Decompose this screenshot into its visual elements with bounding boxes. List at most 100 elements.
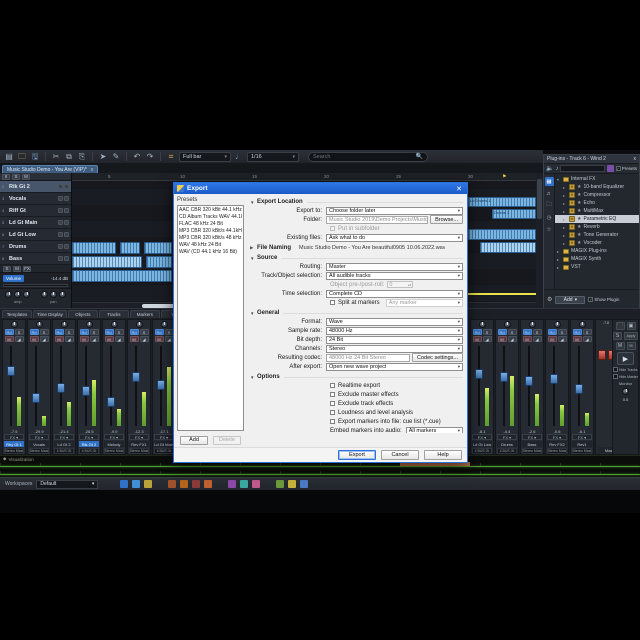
option-checkbox[interactable] xyxy=(330,410,335,415)
fader-cap[interactable] xyxy=(157,380,165,391)
master-mute-button[interactable]: M xyxy=(615,342,625,350)
solo-button[interactable]: S xyxy=(507,329,517,335)
pan-knob[interactable] xyxy=(40,291,48,298)
expander-icon[interactable]: ▸ xyxy=(557,257,561,262)
audio-clip[interactable] xyxy=(144,242,172,254)
section-source[interactable]: ▼ Source xyxy=(250,254,463,262)
statusbar-tool-icon[interactable] xyxy=(180,480,189,488)
mixer-strip[interactable]: Rd S M ◢ -12.3 FX ▾ Rev FX1 Stereo Mast xyxy=(127,319,151,455)
track-size-button[interactable]: II xyxy=(2,173,10,180)
preset-item[interactable]: AAC CBR 320 kBit 44.1 kHz xyxy=(179,207,242,214)
expander-icon[interactable]: ▸ xyxy=(557,249,561,254)
mixer-strip[interactable]: Rd S M ◢ -8.1 FX ▾ Ld Gt Low 4 BUS Gt xyxy=(470,319,494,455)
format-select[interactable]: Wave ▾ xyxy=(326,317,463,326)
pan-knob[interactable] xyxy=(135,321,143,328)
audio-clip-selected[interactable] xyxy=(72,256,142,268)
edit-tool-icon[interactable]: ✎ xyxy=(111,152,121,161)
collapse-icon[interactable]: ▼ xyxy=(250,200,257,205)
fader-cap[interactable] xyxy=(525,376,533,386)
solo-button[interactable]: S xyxy=(139,329,149,335)
mute-button[interactable]: M xyxy=(547,336,557,342)
audio-clip[interactable]: Ld Drums 1 xyxy=(468,197,536,207)
monitor-button[interactable]: ◢ xyxy=(64,336,74,342)
monitor-button[interactable]: ◢ xyxy=(482,336,492,342)
preset-item[interactable]: WAV 48 kHz 24 Bit xyxy=(179,242,242,249)
expander-icon[interactable]: ▸ xyxy=(563,233,567,238)
open-project-icon[interactable]: 🗀 xyxy=(17,152,27,161)
solo-button[interactable]: S xyxy=(114,329,124,335)
expander-icon[interactable]: ▸ xyxy=(563,225,567,230)
favorite-star-icon[interactable]: ★ xyxy=(577,192,581,198)
pan-knob[interactable] xyxy=(578,321,586,328)
statusbar-tool-icon[interactable] xyxy=(120,480,129,488)
fader-cap[interactable] xyxy=(57,382,65,393)
plugin-folder[interactable]: ▸ VST xyxy=(555,263,639,271)
mouse-mode-icon[interactable]: ➤ xyxy=(98,152,108,161)
monitor-button[interactable]: ◢ xyxy=(557,336,567,342)
bit-depth-select[interactable]: 24 Bit ▾ xyxy=(326,335,463,344)
strip-output[interactable]: Stereo Mast xyxy=(522,448,542,454)
section-export-location[interactable]: ▼ Export Location xyxy=(250,198,463,206)
snapshot-icon[interactable]: ▣ xyxy=(626,322,636,330)
track-mini-button[interactable] xyxy=(64,184,69,189)
monitor-knob[interactable] xyxy=(622,388,629,395)
mute-button[interactable]: M xyxy=(13,265,21,272)
monitor-button[interactable]: ◢ xyxy=(582,336,592,342)
option-checkbox[interactable] xyxy=(330,401,335,406)
track-mini-button[interactable] xyxy=(58,232,63,237)
monitor-button[interactable]: ◢ xyxy=(507,336,517,342)
plugin-folder[interactable]: ▸ MAGIX Synth xyxy=(555,255,639,263)
link-icon[interactable]: ∞ xyxy=(626,342,636,350)
mixer-tab[interactable]: Tracks xyxy=(98,310,129,318)
plugin-folder[interactable]: ▾ Internal FX xyxy=(555,175,639,183)
statusbar-tool-icon[interactable] xyxy=(204,480,213,488)
statusbar-tool-icon[interactable] xyxy=(240,480,249,488)
mixer-tab[interactable]: Objects xyxy=(67,310,98,318)
fx-button[interactable]: FX xyxy=(23,265,31,272)
split-at-markers-checkbox[interactable] xyxy=(330,300,335,305)
mute-button[interactable]: M xyxy=(4,336,14,342)
track-mini-button[interactable] xyxy=(64,220,69,225)
plugin-item[interactable]: ▸ fx ★ Vocoder xyxy=(555,239,639,247)
mute-button[interactable]: M xyxy=(104,336,114,342)
timeline-ruler[interactable]: ⚑ 5 10 15 20 25 30 xyxy=(72,173,536,181)
plugin-search[interactable] xyxy=(560,165,605,172)
audio-clip[interactable] xyxy=(146,256,172,268)
mute-button[interactable]: M xyxy=(522,336,532,342)
track-mini-button[interactable] xyxy=(64,256,69,261)
mixer-tab[interactable]: Markers xyxy=(129,310,160,318)
presets-checkbox-row[interactable]: ✓ Presets xyxy=(615,166,637,171)
statusbar-tool-icon[interactable] xyxy=(252,480,261,488)
fx-slot[interactable]: FX ▾ xyxy=(154,434,174,440)
collapse-icon[interactable]: ▼ xyxy=(250,311,257,316)
copy-icon[interactable]: ⧉ xyxy=(64,152,74,161)
fader-cap[interactable] xyxy=(550,374,558,385)
hide-master-checkbox[interactable]: Hide Master xyxy=(613,374,638,379)
record-button[interactable]: Rd xyxy=(472,329,482,335)
mixer-strip[interactable]: Rd S M ◢ -9.9 FX ▾ Melody Stereo Mast xyxy=(102,319,126,455)
favorite-star-icon[interactable]: ★ xyxy=(577,216,581,222)
track-row[interactable]: 7 Drums xyxy=(0,241,71,253)
snap-magnet-icon[interactable]: ⌗ xyxy=(166,152,176,161)
marker-flag-icon[interactable]: ⚑ xyxy=(502,174,506,180)
track-mini-button[interactable] xyxy=(58,208,63,213)
folder-path-field[interactable]: Music Studio 2019\Demo Projects\Music St… xyxy=(326,215,429,224)
track-mini-button[interactable] xyxy=(64,244,69,249)
plugin-folder[interactable]: ▸ MAGIX Plug-ins xyxy=(555,247,639,255)
track-row[interactable]: 8 Bass xyxy=(0,253,71,265)
plugin-item[interactable]: ▸ fx ★ Parametric EQ xyxy=(555,215,639,223)
record-button[interactable]: Rd xyxy=(29,329,39,335)
existing-files-select[interactable]: Ask what to do ▾ xyxy=(326,233,463,242)
audio-clip[interactable] xyxy=(468,229,536,240)
global-solo-button[interactable]: S xyxy=(12,173,20,180)
plugin-search-input[interactable] xyxy=(561,166,604,171)
amp-knob[interactable] xyxy=(5,291,13,298)
statusbar-tool-icon[interactable] xyxy=(168,480,177,488)
expander-icon[interactable]: ▸ xyxy=(563,209,567,214)
solo-button[interactable]: S xyxy=(532,329,542,335)
split-marker-select[interactable]: Any marker ▾ xyxy=(385,298,463,307)
mixer-strip[interactable]: Rd S M ◢ -21.4 FX ▾ Ld Gt 24 BUS Gt xyxy=(52,319,76,455)
fx-slot[interactable]: FX ▾ xyxy=(79,434,99,440)
pan-knob[interactable] xyxy=(35,321,43,328)
strip-output[interactable]: Stereo Mast xyxy=(29,448,49,454)
